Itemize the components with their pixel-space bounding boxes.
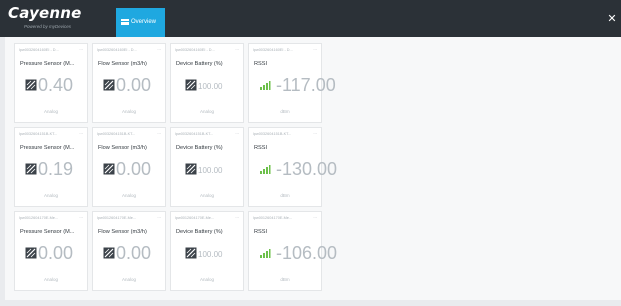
widget-card[interactable]: lpw0032604160EI - D... ⋯ Flow Sensor (m3…	[92, 43, 166, 123]
widget-title: Device Battery (%)	[176, 61, 223, 67]
device-id: lpw0032604160EI - D...	[253, 48, 293, 52]
widget-unit: Analog	[121, 109, 136, 114]
widget-title: Flow Sensor (m3/h)	[98, 229, 147, 235]
widget-menu-icon[interactable]: ⋯	[157, 48, 161, 53]
widget-title: Pressure Sensor (M...	[20, 61, 75, 67]
widget-value: 0.00	[38, 243, 74, 263]
widget-card[interactable]: lpw0012604170E-Me... ⋯ RSSI -106.00 dBm	[248, 211, 337, 291]
analog-sensor-icon	[25, 247, 37, 259]
device-id: lpw0012604170E-Me...	[175, 216, 215, 220]
dashboard-grid: lpw0032604160EI - D... ⋯ Pressure Sensor…	[5, 37, 621, 300]
widget-menu-icon[interactable]: ⋯	[313, 132, 317, 137]
analog-sensor-icon	[103, 79, 115, 91]
widget-value: -130.00	[276, 159, 338, 179]
close-icon[interactable]: ✕	[607, 14, 617, 25]
widget-value: 0.40	[38, 75, 74, 95]
signal-icon	[260, 81, 271, 90]
widget-menu-icon[interactable]: ⋯	[157, 216, 161, 221]
widget-title: Flow Sensor (m3/h)	[98, 61, 147, 67]
widget-unit: dBm	[280, 277, 290, 282]
device-id: lpw0012604170E-Me...	[253, 216, 293, 220]
analog-sensor-icon	[25, 79, 37, 91]
analog-sensor-icon	[25, 163, 37, 175]
device-id: lpw0032604151B-KT...	[175, 132, 214, 136]
widget-menu-icon[interactable]: ⋯	[313, 216, 317, 221]
device-id: lpw0032604160EI - D...	[19, 48, 59, 52]
widget-card[interactable]: lpw0012604170E-Me... ⋯ Flow Sensor (m3/h…	[92, 211, 166, 291]
widget-title: Device Battery (%)	[176, 229, 223, 235]
widget-value: 100.00	[198, 166, 223, 175]
signal-icon	[260, 165, 271, 174]
analog-sensor-icon	[185, 163, 197, 175]
widget-unit: Analog	[199, 277, 214, 282]
widget-title: RSSI	[254, 229, 268, 235]
widget-value: -117.00	[276, 75, 336, 95]
widget-menu-icon[interactable]: ⋯	[79, 216, 83, 221]
widget-card[interactable]: lpw0032604160EI - D... ⋯ Pressure Sensor…	[14, 43, 88, 123]
widget-unit: dBm	[280, 193, 290, 198]
widget-value: 100.00	[198, 250, 223, 259]
analog-sensor-icon	[103, 247, 115, 259]
widget-menu-icon[interactable]: ⋯	[79, 48, 83, 53]
widget-menu-icon[interactable]: ⋯	[235, 216, 239, 221]
widget-card[interactable]: lpw0032604160EI - D... ⋯ Device Battery …	[170, 43, 244, 123]
widget-card[interactable]: lpw0032604151B-KT... ⋯ Pressure Sensor (…	[14, 127, 88, 207]
widget-value: -106.00	[276, 243, 338, 263]
tab-overview[interactable]: Overview	[116, 8, 165, 37]
widget-value: 100.00	[198, 82, 223, 91]
device-id: lpw0032604160EI - D...	[175, 48, 215, 52]
widget-title: Flow Sensor (m3/h)	[98, 145, 147, 151]
analog-sensor-icon	[185, 247, 197, 259]
widget-value: 0.00	[116, 75, 152, 95]
widget-title: Pressure Sensor (M...	[20, 229, 75, 235]
widget-unit: Analog	[121, 277, 136, 282]
widget-unit: Analog	[43, 109, 58, 114]
device-id: lpw0032604160EI - D...	[97, 48, 137, 52]
device-id: lpw0032604151B-KT...	[253, 132, 292, 136]
analog-sensor-icon	[103, 163, 115, 175]
widget-unit: Analog	[43, 277, 58, 282]
widget-unit: dBm	[280, 109, 290, 114]
widget-menu-icon[interactable]: ⋯	[79, 132, 83, 137]
dashboard-icon	[121, 19, 129, 25]
device-id: lpw0032604151B-KT...	[19, 132, 58, 136]
top-bar: Cayenne Powered by myDevices Overview ✕	[0, 0, 621, 37]
widget-unit: Analog	[199, 109, 214, 114]
analog-sensor-icon	[185, 79, 197, 91]
tab-overview-label: Overview	[131, 19, 157, 25]
widget-value: 0.19	[38, 159, 74, 179]
device-id: lpw0012604170E-Me...	[19, 216, 59, 220]
widget-card[interactable]: lpw0012604170E-Me... ⋯ Pressure Sensor (…	[14, 211, 88, 291]
widget-card[interactable]: lpw0032604151B-KT... ⋯ Flow Sensor (m3/h…	[92, 127, 166, 207]
logo-subtitle: Powered by myDevices	[24, 24, 72, 29]
widget-unit: Analog	[43, 193, 58, 198]
widget-menu-icon[interactable]: ⋯	[235, 132, 239, 137]
widget-card[interactable]: lpw0032604151B-KT... ⋯ RSSI -130.00 dBm	[248, 127, 337, 207]
widget-unit: Analog	[199, 193, 214, 198]
logo[interactable]: Cayenne	[8, 6, 82, 21]
widget-card[interactable]: lpw0012604170E-Me... ⋯ Device Battery (%…	[170, 211, 244, 291]
device-id: lpw0032604151B-KT...	[97, 132, 136, 136]
widget-title: RSSI	[254, 61, 268, 67]
signal-icon	[260, 249, 271, 258]
widget-menu-icon[interactable]: ⋯	[235, 48, 239, 53]
widget-unit: Analog	[121, 193, 136, 198]
widget-card[interactable]: lpw0032604160EI - D... ⋯ RSSI -117.00 dB…	[248, 43, 336, 123]
widget-menu-icon[interactable]: ⋯	[157, 132, 161, 137]
widget-menu-icon[interactable]: ⋯	[313, 48, 317, 53]
widget-title: Pressure Sensor (M...	[20, 145, 75, 151]
widget-title: RSSI	[254, 145, 268, 151]
widget-title: Device Battery (%)	[176, 145, 223, 151]
widget-value: 0.00	[116, 243, 152, 263]
widget-value: 0.00	[116, 159, 152, 179]
widget-card[interactable]: lpw0032604151B-KT... ⋯ Device Battery (%…	[170, 127, 244, 207]
device-id: lpw0012604170E-Me...	[97, 216, 137, 220]
